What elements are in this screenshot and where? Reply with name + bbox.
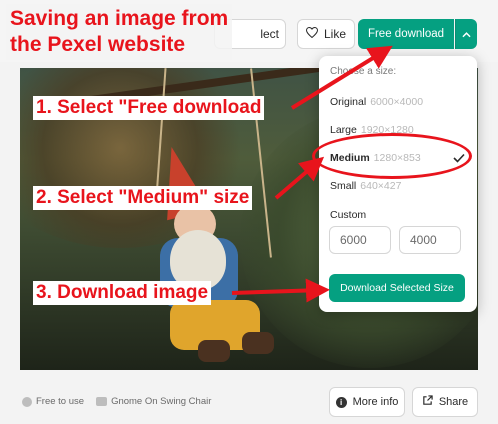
annotation-step3: 3. Download image [33,281,212,305]
annotation-title-line2: the Pexel website [10,33,186,56]
annotation-step2: 2. Select "Medium" size [33,186,253,210]
annotation-title: Saving an image from the Pexel website [6,4,233,60]
arrow-to-download-button [231,278,330,303]
annotation-step1: 1. Select "Free download [33,96,265,120]
annotation-title-line1: Saving an image from [10,7,229,30]
arrow-to-free-download [290,45,393,110]
arrow-to-medium-option [274,156,325,200]
annotation-arrows [231,45,393,303]
